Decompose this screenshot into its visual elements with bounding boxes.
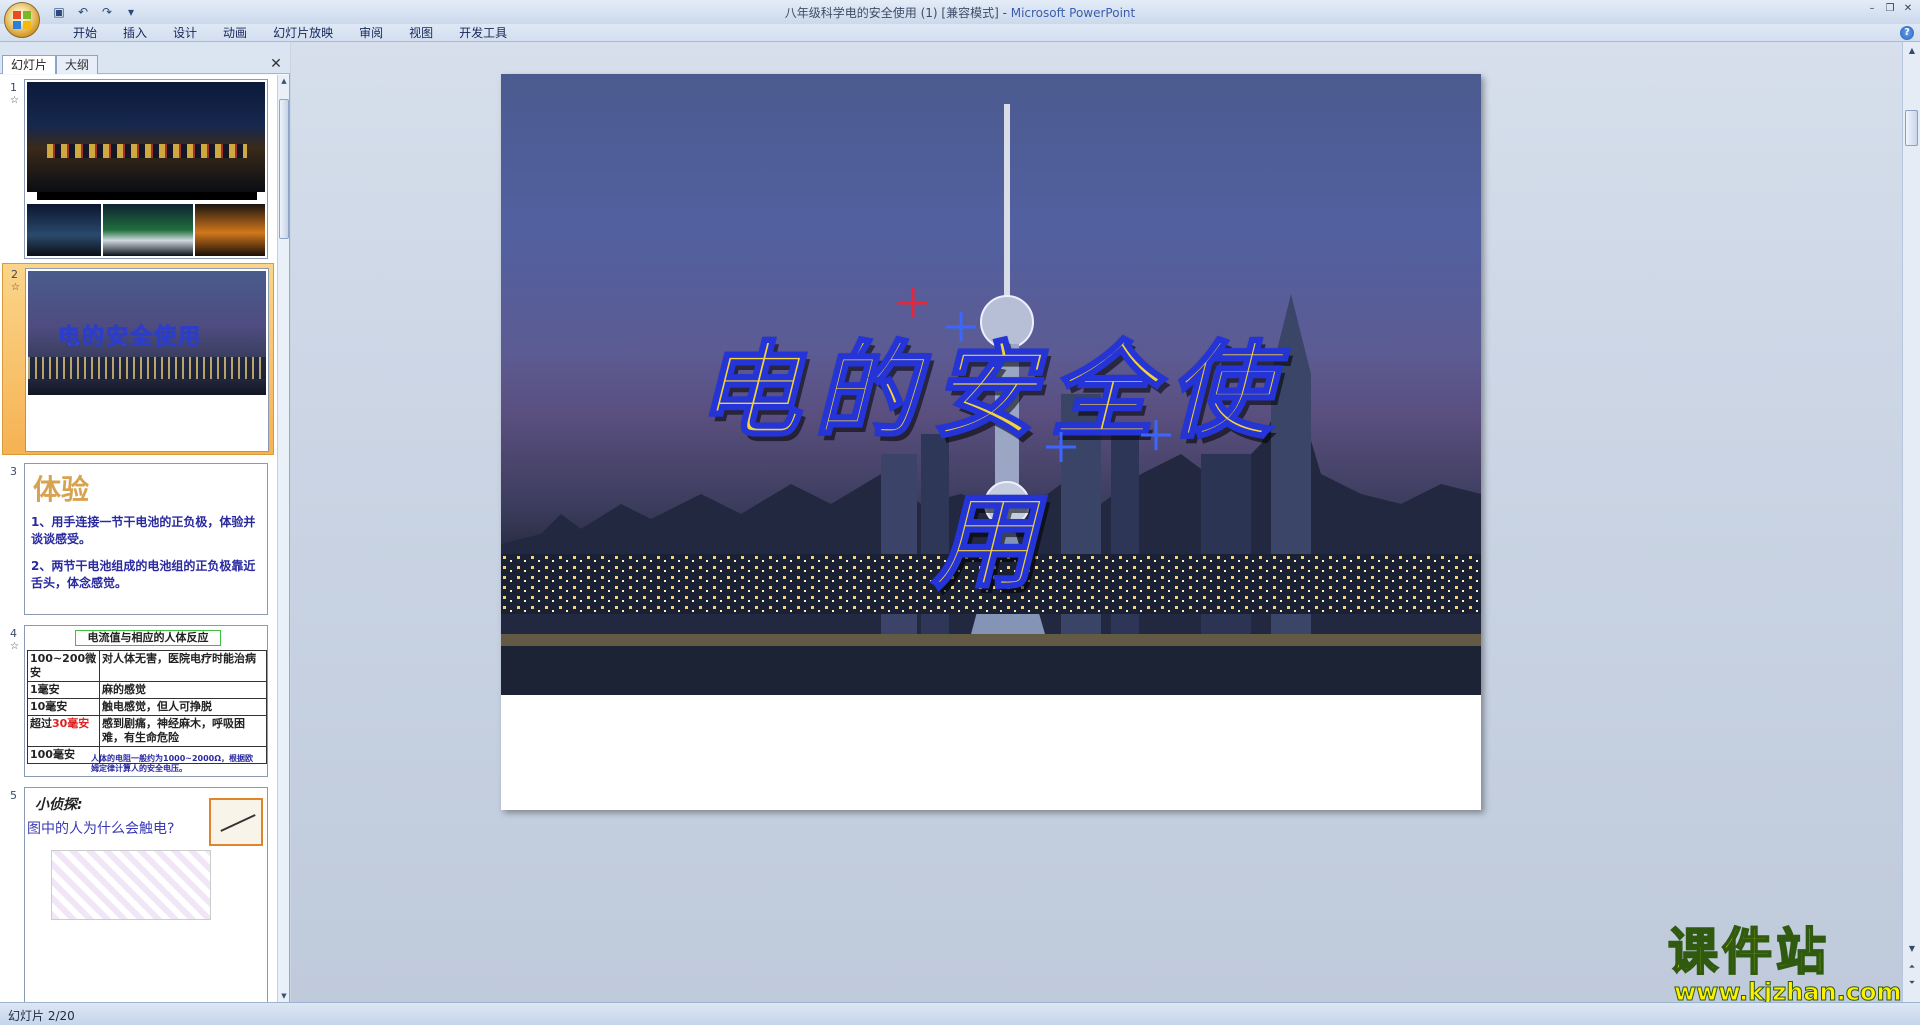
slide-thumb-2[interactable]: 2 ☆ 电的安全使用: [2, 263, 274, 455]
ribbon: 开始 插入 设计 动画 幻灯片放映 审阅 视图 开发工具 ?: [0, 24, 1920, 42]
office-logo-icon: [13, 11, 31, 29]
table-heading: 电流值与相应的人体反应: [75, 630, 221, 646]
sparkle-icon: [898, 288, 928, 318]
slide-number: 1: [10, 81, 17, 94]
next-slide-icon[interactable]: ⏷: [1905, 976, 1919, 990]
office-button[interactable]: [4, 2, 40, 38]
scroll-up-icon[interactable]: ▲: [278, 75, 290, 87]
night-scene-image: [27, 82, 265, 192]
table-row: 10毫安 触电感觉，但人可挣脱: [27, 698, 267, 716]
panel-close-icon[interactable]: ✕: [268, 56, 284, 72]
slide-thumb-image: 小侦探: 图中的人为什么会触电?: [24, 787, 268, 1002]
slide-number: 3: [10, 465, 17, 478]
night-photo-1: [27, 204, 101, 256]
tab-slides[interactable]: 幻灯片: [2, 55, 57, 74]
slide-thumb-image: 电流值与相应的人体反应 100~200微安 对人体无害，医院电疗时能治病 1毫安麻…: [24, 625, 268, 777]
table-cell: 10毫安: [27, 698, 100, 716]
site-watermark: 课件站 www.kjzhan.com: [1667, 923, 1902, 1007]
current-slide[interactable]: 电的安全使用: [501, 74, 1481, 810]
tab-outline[interactable]: 大纲: [56, 55, 99, 74]
city-lights: [28, 357, 266, 379]
table-cell: 超过30毫安: [27, 715, 100, 747]
slide-thumb-4[interactable]: 4 ☆ 电流值与相应的人体反应 100~200微安 对人体无害，医院电疗时能治病 …: [2, 623, 274, 779]
tab-view[interactable]: 视图: [396, 25, 446, 41]
scroll-up-icon[interactable]: ▲: [1905, 44, 1919, 58]
table-cell: 对人体无害，医院电疗时能治病: [99, 650, 267, 682]
electrocution-illustration: [51, 850, 211, 920]
help-icon[interactable]: ?: [1900, 26, 1914, 40]
divider: [37, 192, 257, 200]
slide-thumb-image: 电的安全使用: [25, 268, 269, 452]
slide-thumb-1[interactable]: 1 ☆: [2, 77, 274, 259]
panel-tabs: 幻灯片 大纲 ✕: [0, 42, 290, 74]
night-photo-3: [195, 204, 265, 256]
tab-insert[interactable]: 插入: [110, 25, 160, 41]
table-cell: 1毫安: [27, 681, 100, 699]
table-row: 100~200微安 对人体无害，医院电疗时能治病: [27, 650, 267, 682]
table-row: 1毫安 麻的感觉: [27, 681, 267, 699]
sparkle-icon: [1046, 432, 1076, 462]
slide-item-2: 2、两节干电池组成的电池组的正负极靠近舌头，体念感觉。: [31, 559, 256, 590]
animation-marker-icon: ☆: [10, 95, 19, 106]
slides-panel: 幻灯片 大纲 ✕ 1 ☆ 2 ☆ 电的安全使用 3 体验 1、用手连接一节干电池…: [0, 42, 290, 1002]
previous-slide-icon[interactable]: ⏶: [1905, 960, 1919, 974]
tab-developer[interactable]: 开发工具: [446, 25, 520, 41]
current-highlight: 30毫安: [52, 717, 90, 730]
current-prefix: 超过: [30, 717, 52, 730]
app-name: Microsoft PowerPoint: [1010, 6, 1136, 20]
current-reaction-table: 100~200微安 对人体无害，医院电疗时能治病 1毫安 麻的感觉 10毫安 触电感觉…: [27, 650, 267, 764]
tab-animations[interactable]: 动画: [210, 25, 260, 41]
document-title: 八年级科学电的安全使用 (1) [兼容模式] -: [784, 6, 1011, 20]
animation-marker-icon: ☆: [10, 641, 19, 652]
slide-label: 小侦探:: [35, 797, 83, 813]
tab-review[interactable]: 审阅: [346, 25, 396, 41]
table-cell: 触电感觉，但人可挣脱: [99, 698, 267, 716]
slide-thumbnails: 1 ☆ 2 ☆ 电的安全使用 3 体验 1、用手连接一节干电池的正负极，体验并谈…: [0, 75, 278, 1002]
night-photo-2: [103, 204, 193, 256]
slide-thumb-image: 体验 1、用手连接一节干电池的正负极，体验并谈谈感受。 2、两节干电池组成的电池…: [24, 463, 268, 615]
table-cell: 麻的感觉: [99, 681, 267, 699]
slide-thumb-3[interactable]: 3 体验 1、用手连接一节干电池的正负极，体验并谈谈感受。 2、两节干电池组成的…: [2, 461, 274, 617]
scroll-down-icon[interactable]: ▼: [278, 990, 290, 1002]
sparkle-icon: [946, 312, 976, 342]
table-cell: 100毫安: [27, 746, 100, 764]
scroll-down-icon[interactable]: ▼: [1905, 942, 1919, 956]
slide-number: 2: [11, 268, 18, 281]
scroll-thumb[interactable]: [1905, 110, 1918, 146]
tab-slideshow[interactable]: 幻灯片放映: [260, 25, 346, 41]
tab-home[interactable]: 开始: [60, 25, 110, 41]
slide-thumb-5[interactable]: 5 小侦探: 图中的人为什么会触电?: [2, 785, 274, 1002]
slide-thumb-image: [24, 79, 268, 259]
ribbon-tabs: 开始 插入 设计 动画 幻灯片放映 审阅 视图 开发工具: [60, 25, 520, 41]
window-controls: – ❐ ✕: [1864, 2, 1916, 16]
sparkle-icon: [1141, 420, 1171, 450]
slide-title[interactable]: 电的安全使用: [651, 306, 1331, 608]
close-icon[interactable]: ✕: [1900, 2, 1916, 16]
table-cell: 感到剧痛，神经麻木，呼吸困难，有生命危险: [99, 715, 267, 747]
slide-editor: 电的安全使用: [291, 42, 1902, 1002]
watermark-brand: 课件站: [1667, 923, 1830, 981]
slide-heading: 体验: [33, 473, 90, 506]
slide-item-1: 1、用手连接一节干电池的正负极，体验并谈谈感受。: [31, 515, 256, 546]
slide-title-preview: 电的安全使用: [57, 325, 203, 351]
minimize-icon[interactable]: –: [1864, 2, 1880, 16]
status-bar: 幻灯片 2/20: [0, 1002, 1920, 1025]
animation-marker-icon: ☆: [11, 282, 20, 293]
tab-design[interactable]: 设计: [160, 25, 210, 41]
restore-icon[interactable]: ❐: [1882, 2, 1898, 16]
table-cell: 100~200微安: [27, 650, 100, 682]
slide-indicator: 幻灯片 2/20: [8, 1009, 75, 1023]
slide-number: 4: [10, 627, 17, 640]
slide-question: 图中的人为什么会触电?: [27, 821, 175, 837]
slide-note: 人体的电阻一般约为1000~2000Ω，根据欧姆定律计算人的安全电压。: [91, 754, 254, 773]
bird-on-wire-image: [209, 798, 263, 846]
thumbnails-scrollbar[interactable]: ▲ ▼: [277, 75, 289, 1002]
title-bar: ▣ ↶ ↷ ▾ 八年级科学电的安全使用 (1) [兼容模式] - Microso…: [0, 0, 1920, 38]
table-row: 超过30毫安 感到剧痛，神经麻木，呼吸困难，有生命危险: [27, 715, 267, 747]
slide-number: 5: [10, 789, 17, 802]
scroll-thumb[interactable]: [279, 99, 289, 239]
editor-scrollbar[interactable]: ▲ ▼ ⏶ ⏷: [1902, 42, 1920, 1002]
window-title: 八年级科学电的安全使用 (1) [兼容模式] - Microsoft Power…: [0, 4, 1920, 21]
